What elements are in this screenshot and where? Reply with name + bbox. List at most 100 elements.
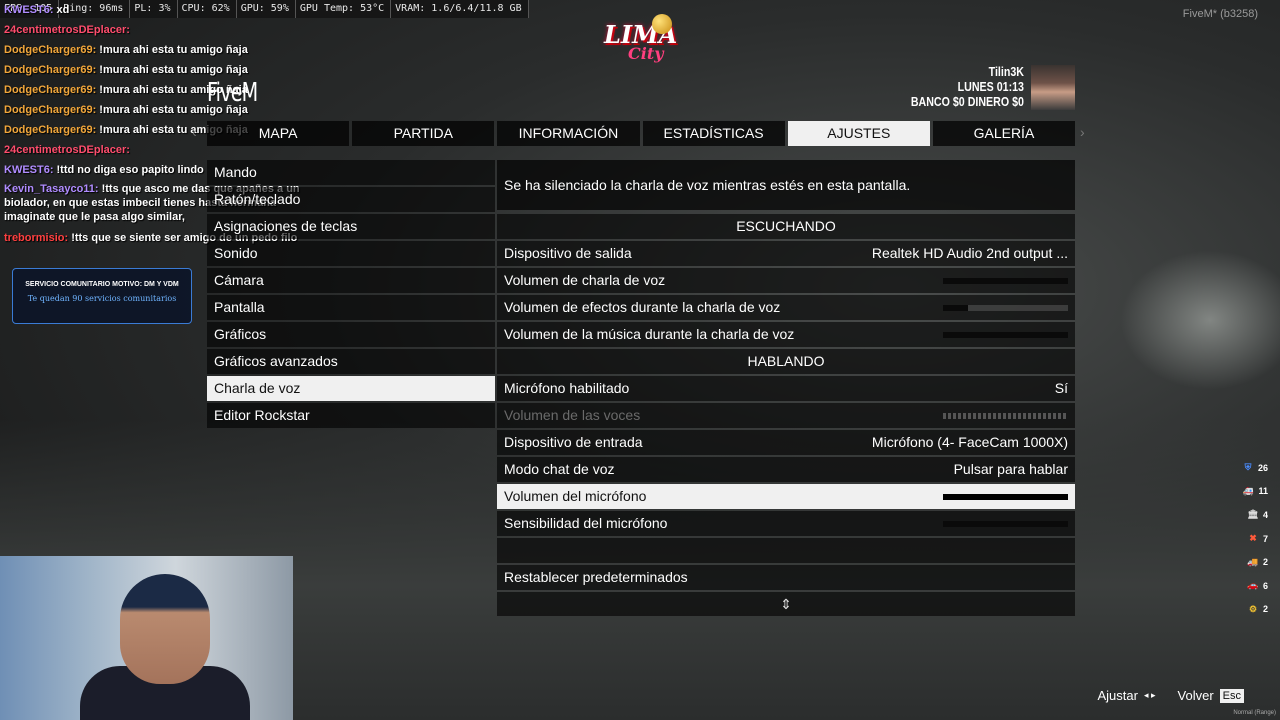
slider-fill: [943, 331, 1068, 338]
setting-slider[interactable]: [943, 304, 1068, 311]
job-count: 4: [1262, 509, 1268, 520]
job-counter: 🚑 11: [1228, 480, 1268, 504]
tab-mapa[interactable]: MAPA: [207, 121, 350, 146]
service-title: SERVICIO COMUNITARIO MOTIVO: DM Y VDM: [25, 281, 179, 288]
tools-icon: ✖: [1249, 533, 1257, 544]
menu-item[interactable]: Cámara: [207, 268, 495, 293]
setting-label: Micrófono habilitado: [504, 380, 630, 396]
tab-prev-icon[interactable]: ‹: [192, 124, 197, 140]
setting-label: Volumen de la música durante la charla d…: [504, 326, 795, 342]
menu-item[interactable]: Gráficos avanzados: [207, 349, 495, 374]
menu-item[interactable]: Pantalla: [207, 295, 495, 320]
setting-value[interactable]: Realtek HD Audio 2nd output ...: [872, 241, 1068, 266]
setting-label: Volumen de charla de voz: [504, 272, 666, 288]
setting-row[interactable]: Volumen de charla de voz: [497, 268, 1075, 293]
back-label[interactable]: Volver: [1178, 688, 1214, 703]
bank-icon: 🏛: [1247, 509, 1259, 520]
slider-fill: [943, 520, 1068, 527]
chat-message: DodgeCharger69: !mura ahi esta tu amigo ñ…: [4, 60, 304, 80]
job-count: 2: [1262, 604, 1268, 615]
setting-label: ESCUCHANDO: [736, 218, 836, 234]
pause-menu-tabs: MAPA PARTIDA INFORMACIÓN ESTADÍSTICAS AJUSTE…: [207, 121, 1076, 146]
background-light: [1120, 250, 1280, 390]
tab-next-icon[interactable]: ›: [1080, 124, 1085, 140]
player-name: Tilin3K: [988, 64, 1024, 79]
menu-item[interactable]: Gráficos: [207, 322, 495, 347]
job-count: 11: [1258, 486, 1268, 497]
chat-message: KWEST6: xd: [4, 0, 304, 20]
setting-row[interactable]: Volumen del micrófono: [497, 484, 1075, 509]
menu-item[interactable]: Asignaciones de teclas: [207, 214, 495, 239]
community-service-box: SERVICIO COMUNITARIO MOTIVO: DM Y VDM Te…: [12, 268, 192, 324]
menu-item[interactable]: Charla de voz: [207, 376, 495, 401]
tab-partida[interactable]: PARTIDA: [352, 121, 495, 146]
menu-item[interactable]: Sonido: [207, 241, 495, 266]
chat-text: !mura ahi esta tu amigo ñaja: [99, 44, 248, 56]
setting-row[interactable]: Dispositivo de salida Realtek HD Audio 2n…: [497, 241, 1075, 266]
gears-icon: ⚙: [1248, 603, 1258, 614]
chat-username: KWEST6:: [4, 4, 54, 16]
shield-icon: ⛨: [1244, 462, 1252, 473]
player-info: Tilin3K LUNES 01:13 BANCO $0 DINERO $0: [911, 64, 1024, 109]
setting-slider[interactable]: [943, 331, 1068, 338]
setting-label: Volumen del micrófono: [504, 488, 647, 504]
perf-stat: GPU Temp: 53°C: [296, 0, 392, 18]
arrows-icon: ◂ ▸: [1143, 690, 1156, 700]
esc-key[interactable]: Esc: [1219, 688, 1244, 703]
job-counter: ⚙ 2: [1228, 598, 1268, 622]
menu-item[interactable]: Ratón/teclado: [207, 187, 495, 212]
truck-icon: 🚚: [1247, 556, 1259, 567]
job-counter: ✖ 7: [1228, 527, 1268, 551]
tab-estadísticas[interactable]: ESTADÍSTICAS: [642, 121, 785, 146]
job-counters: ⛨ 26 🚑 11 🏛 4 ✖ 7 🚚 2 🚗 6 ⚙ 2: [1228, 456, 1268, 621]
chat-message: DodgeCharger69: !mura ahi esta tu amigo ñ…: [4, 100, 304, 120]
setting-row[interactable]: Modo chat de voz Pulsar para hablar: [497, 457, 1075, 482]
setting-slider[interactable]: [943, 277, 1068, 284]
slider-fill: [943, 277, 1068, 284]
menu-item[interactable]: Editor Rockstar: [207, 403, 495, 428]
setting-row[interactable]: Sensibilidad del micrófono: [497, 511, 1075, 536]
chat-text: !ttd no diga eso papito lindo: [56, 164, 204, 176]
setting-row[interactable]: Dispositivo de entrada Micrófono (4- Face…: [497, 430, 1075, 455]
setting-row[interactable]: Volumen de las voces: [497, 403, 1075, 428]
job-counter: 🚚 2: [1228, 550, 1268, 574]
setting-row: [497, 538, 1075, 563]
setting-label: Volumen de efectos durante la charla de …: [504, 299, 781, 315]
service-subtitle: Te quedan 90 servicios comunitarios: [27, 294, 177, 303]
ambulance-icon: 🚑: [1242, 485, 1255, 496]
slider-fill: [943, 493, 1068, 500]
setting-row[interactable]: Volumen de la música durante la charla d…: [497, 322, 1075, 347]
tab-información[interactable]: INFORMACIÓN: [497, 121, 640, 146]
job-count: 26: [1257, 462, 1268, 473]
setting-value[interactable]: Micrófono (4- FaceCam 1000X): [872, 430, 1068, 455]
setting-label: Restablecer predeterminados: [504, 569, 688, 585]
chat-text: xd: [56, 4, 70, 16]
job-count: 7: [1262, 533, 1268, 544]
setting-row[interactable]: Restablecer predeterminados: [497, 565, 1075, 590]
setting-value[interactable]: Pulsar para hablar: [954, 457, 1068, 482]
server-logo: LIMA City: [604, 14, 678, 70]
webcam-overlay: [0, 556, 293, 720]
setting-slider[interactable]: [943, 520, 1068, 527]
tab-ajustes[interactable]: AJUSTES: [787, 121, 930, 146]
chat-username: DodgeCharger69:: [4, 124, 97, 136]
setting-label: HABLANDO: [747, 353, 825, 369]
chat-message: 24centimetrosDEplacer:: [4, 20, 304, 40]
job-count: 6: [1262, 580, 1268, 591]
adjust-label: Ajustar: [1097, 688, 1138, 703]
setting-row[interactable]: Micrófono habilitado Sí: [497, 376, 1075, 401]
setting-slider[interactable]: [943, 412, 1068, 419]
car-icon: 🚗: [1247, 580, 1259, 591]
setting-slider[interactable]: [943, 493, 1068, 500]
menu-item[interactable]: Mando: [207, 160, 495, 185]
tab-galería[interactable]: GALERÍA: [932, 121, 1076, 146]
webcam-person-head: [120, 574, 210, 684]
setting-label: Dispositivo de salida: [504, 245, 632, 261]
chat-username: DodgeCharger69:: [4, 64, 97, 76]
chat-username: 24centimetrosDEplacer:: [4, 144, 130, 156]
section-header: HABLANDO: [497, 349, 1075, 374]
setting-value[interactable]: Sí: [1055, 376, 1068, 401]
build-label: FiveM* (b3258): [1182, 8, 1258, 20]
scroll-icon[interactable]: ⇕: [497, 592, 1075, 616]
setting-row[interactable]: Volumen de efectos durante la charla de …: [497, 295, 1075, 320]
